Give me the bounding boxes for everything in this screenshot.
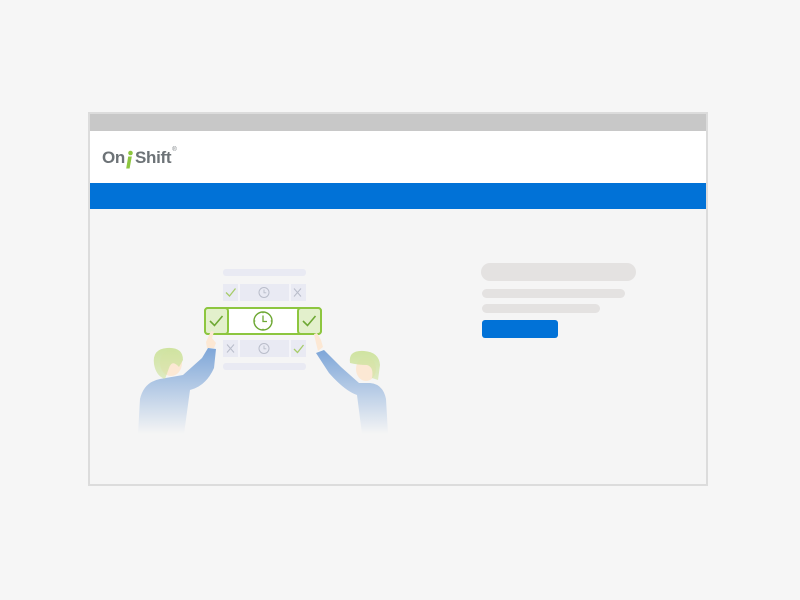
skeleton-title: [481, 263, 636, 281]
onshift-person-icon: [126, 150, 134, 169]
nav-bar: [90, 183, 706, 209]
browser-window: On Shift ®: [88, 112, 708, 486]
person-illustration-right: [314, 333, 388, 434]
schedule-row-3: [223, 340, 306, 357]
person-illustration-left: [138, 331, 216, 434]
window-titlebar: [90, 114, 706, 131]
schedule-row-bottom-placeholder: [223, 363, 306, 370]
site-header: On Shift ®: [90, 131, 706, 183]
logo-trademark: ®: [172, 147, 177, 153]
schedule-row-1: [223, 284, 306, 301]
skeleton-text-line: [482, 304, 600, 313]
schedule-row-top-placeholder: [223, 269, 306, 276]
scheduling-illustration: [138, 269, 388, 434]
logo-text-on: On: [102, 148, 126, 167]
hand-pointing-icon: [314, 333, 323, 351]
schedule-row-highlighted: [204, 307, 322, 335]
skeleton-text-line: [482, 289, 625, 298]
primary-action-button[interactable]: [482, 320, 558, 338]
onshift-logo[interactable]: On Shift ®: [102, 146, 177, 169]
logo-text-shift: Shift: [135, 148, 172, 167]
